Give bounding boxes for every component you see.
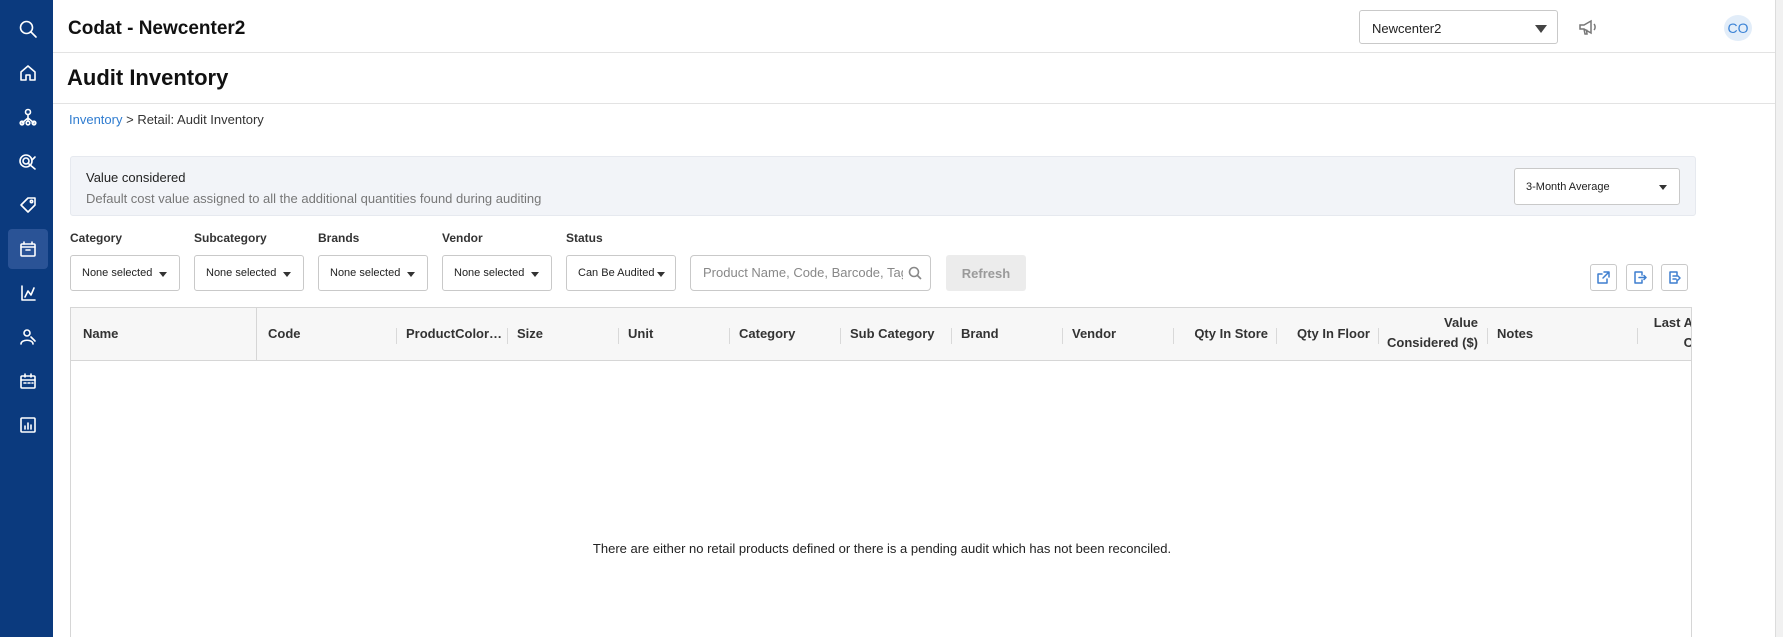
inventory-icon[interactable] <box>8 229 48 269</box>
col-header-category[interactable]: Category <box>730 308 840 360</box>
search-icon[interactable] <box>908 266 922 280</box>
col-header-qty-in-store[interactable]: Qty In Store <box>1174 308 1276 360</box>
breadcrumb: Inventory > Retail: Audit Inventory <box>69 112 264 127</box>
megaphone-icon[interactable] <box>1577 17 1599 37</box>
page-header: Audit Inventory <box>53 53 1775 104</box>
status-filter-select[interactable]: Can Be Audited <box>566 255 676 291</box>
col-header-qty-in-floor[interactable]: Qty In Floor <box>1277 308 1378 360</box>
import-button[interactable] <box>1626 264 1653 291</box>
tag-icon[interactable] <box>8 185 48 225</box>
inventory-grid: Name Code ProductColor… Size Unit Catego… <box>70 307 1692 637</box>
sidebar <box>0 0 53 637</box>
status-filter-value: Can Be Audited <box>578 267 655 279</box>
col-header-code[interactable]: Code <box>257 308 397 360</box>
chevron-down-icon <box>283 272 291 277</box>
search-icon[interactable] <box>8 9 48 49</box>
customers-icon[interactable] <box>8 317 48 357</box>
export-icon <box>1669 271 1681 284</box>
product-search <box>690 255 931 291</box>
subcategory-filter-label: Subcategory <box>194 231 267 245</box>
chevron-down-icon <box>407 272 415 277</box>
subcategory-filter-select[interactable]: None selected <box>194 255 304 291</box>
col-header-unit[interactable]: Unit <box>619 308 729 360</box>
col-header-size[interactable]: Size <box>508 308 618 360</box>
category-filter-value: None selected <box>82 267 153 279</box>
calendar-icon[interactable] <box>8 361 48 401</box>
status-filter-label: Status <box>566 231 603 245</box>
export-button[interactable] <box>1661 264 1688 291</box>
value-considered-select-value: 3-Month Average <box>1526 181 1610 193</box>
col-header-product-color[interactable]: ProductColor… <box>397 308 507 360</box>
col-header-last-audit[interactable]: Last A C <box>1638 308 1691 360</box>
chevron-down-icon <box>1535 25 1547 33</box>
vendor-filter-select[interactable]: None selected <box>442 255 552 291</box>
category-filter-select[interactable]: None selected <box>70 255 180 291</box>
chevron-down-icon <box>531 272 539 277</box>
col-header-brand[interactable]: Brand <box>952 308 1062 360</box>
brands-filter-label: Brands <box>318 231 360 245</box>
app-root: Codat - Newcenter2 Newcenter2 CO Audit I… <box>0 0 1783 637</box>
brands-filter-select[interactable]: None selected <box>318 255 428 291</box>
breadcrumb-link-inventory[interactable]: Inventory <box>69 112 122 127</box>
category-filter-label: Category <box>70 231 123 245</box>
vendor-filter-label: Vendor <box>442 231 483 245</box>
product-search-input[interactable] <box>703 265 903 280</box>
value-considered-description: Default cost value assigned to all the a… <box>86 191 542 206</box>
external-link-icon <box>1597 271 1610 284</box>
col-header-value-considered[interactable]: Value Considered ($) <box>1379 308 1487 360</box>
brands-filter-value: None selected <box>330 267 401 279</box>
page-title: Audit Inventory <box>67 65 229 90</box>
col-header-sub-category[interactable]: Sub Category <box>841 308 951 360</box>
analytics-icon[interactable] <box>8 405 48 445</box>
value-considered-title: Value considered <box>86 170 186 185</box>
refresh-button[interactable]: Refresh <box>946 255 1026 291</box>
chevron-down-icon <box>1659 185 1667 190</box>
grid-header: Name Code ProductColor… Size Unit Catego… <box>71 308 1691 361</box>
col-header-name[interactable]: Name <box>71 308 257 360</box>
chevron-down-icon <box>657 272 665 277</box>
window-edge <box>1775 0 1783 637</box>
app-title: Codat - Newcenter2 <box>68 18 246 39</box>
col-header-notes[interactable]: Notes <box>1488 308 1588 360</box>
location-select[interactable]: Newcenter2 <box>1359 10 1558 44</box>
location-select-value: Newcenter2 <box>1372 21 1442 36</box>
import-icon <box>1634 271 1647 284</box>
open-external-button[interactable] <box>1590 264 1617 291</box>
value-considered-select[interactable]: 3-Month Average <box>1514 168 1680 205</box>
avatar[interactable]: CO <box>1724 15 1752 41</box>
breadcrumb-current: > Retail: Audit Inventory <box>126 112 264 127</box>
value-considered-panel: Value considered Default cost value assi… <box>70 156 1696 216</box>
home-icon[interactable] <box>8 53 48 93</box>
network-icon[interactable] <box>8 97 48 137</box>
reports-icon[interactable] <box>8 273 48 313</box>
subcategory-filter-value: None selected <box>206 267 277 279</box>
top-bar: Codat - Newcenter2 Newcenter2 CO <box>53 0 1775 53</box>
marketing-icon[interactable] <box>8 141 48 181</box>
vendor-filter-value: None selected <box>454 267 525 279</box>
grid-empty-message: There are either no retail products defi… <box>592 541 1172 556</box>
chevron-down-icon <box>159 272 167 277</box>
col-header-vendor[interactable]: Vendor <box>1063 308 1173 360</box>
